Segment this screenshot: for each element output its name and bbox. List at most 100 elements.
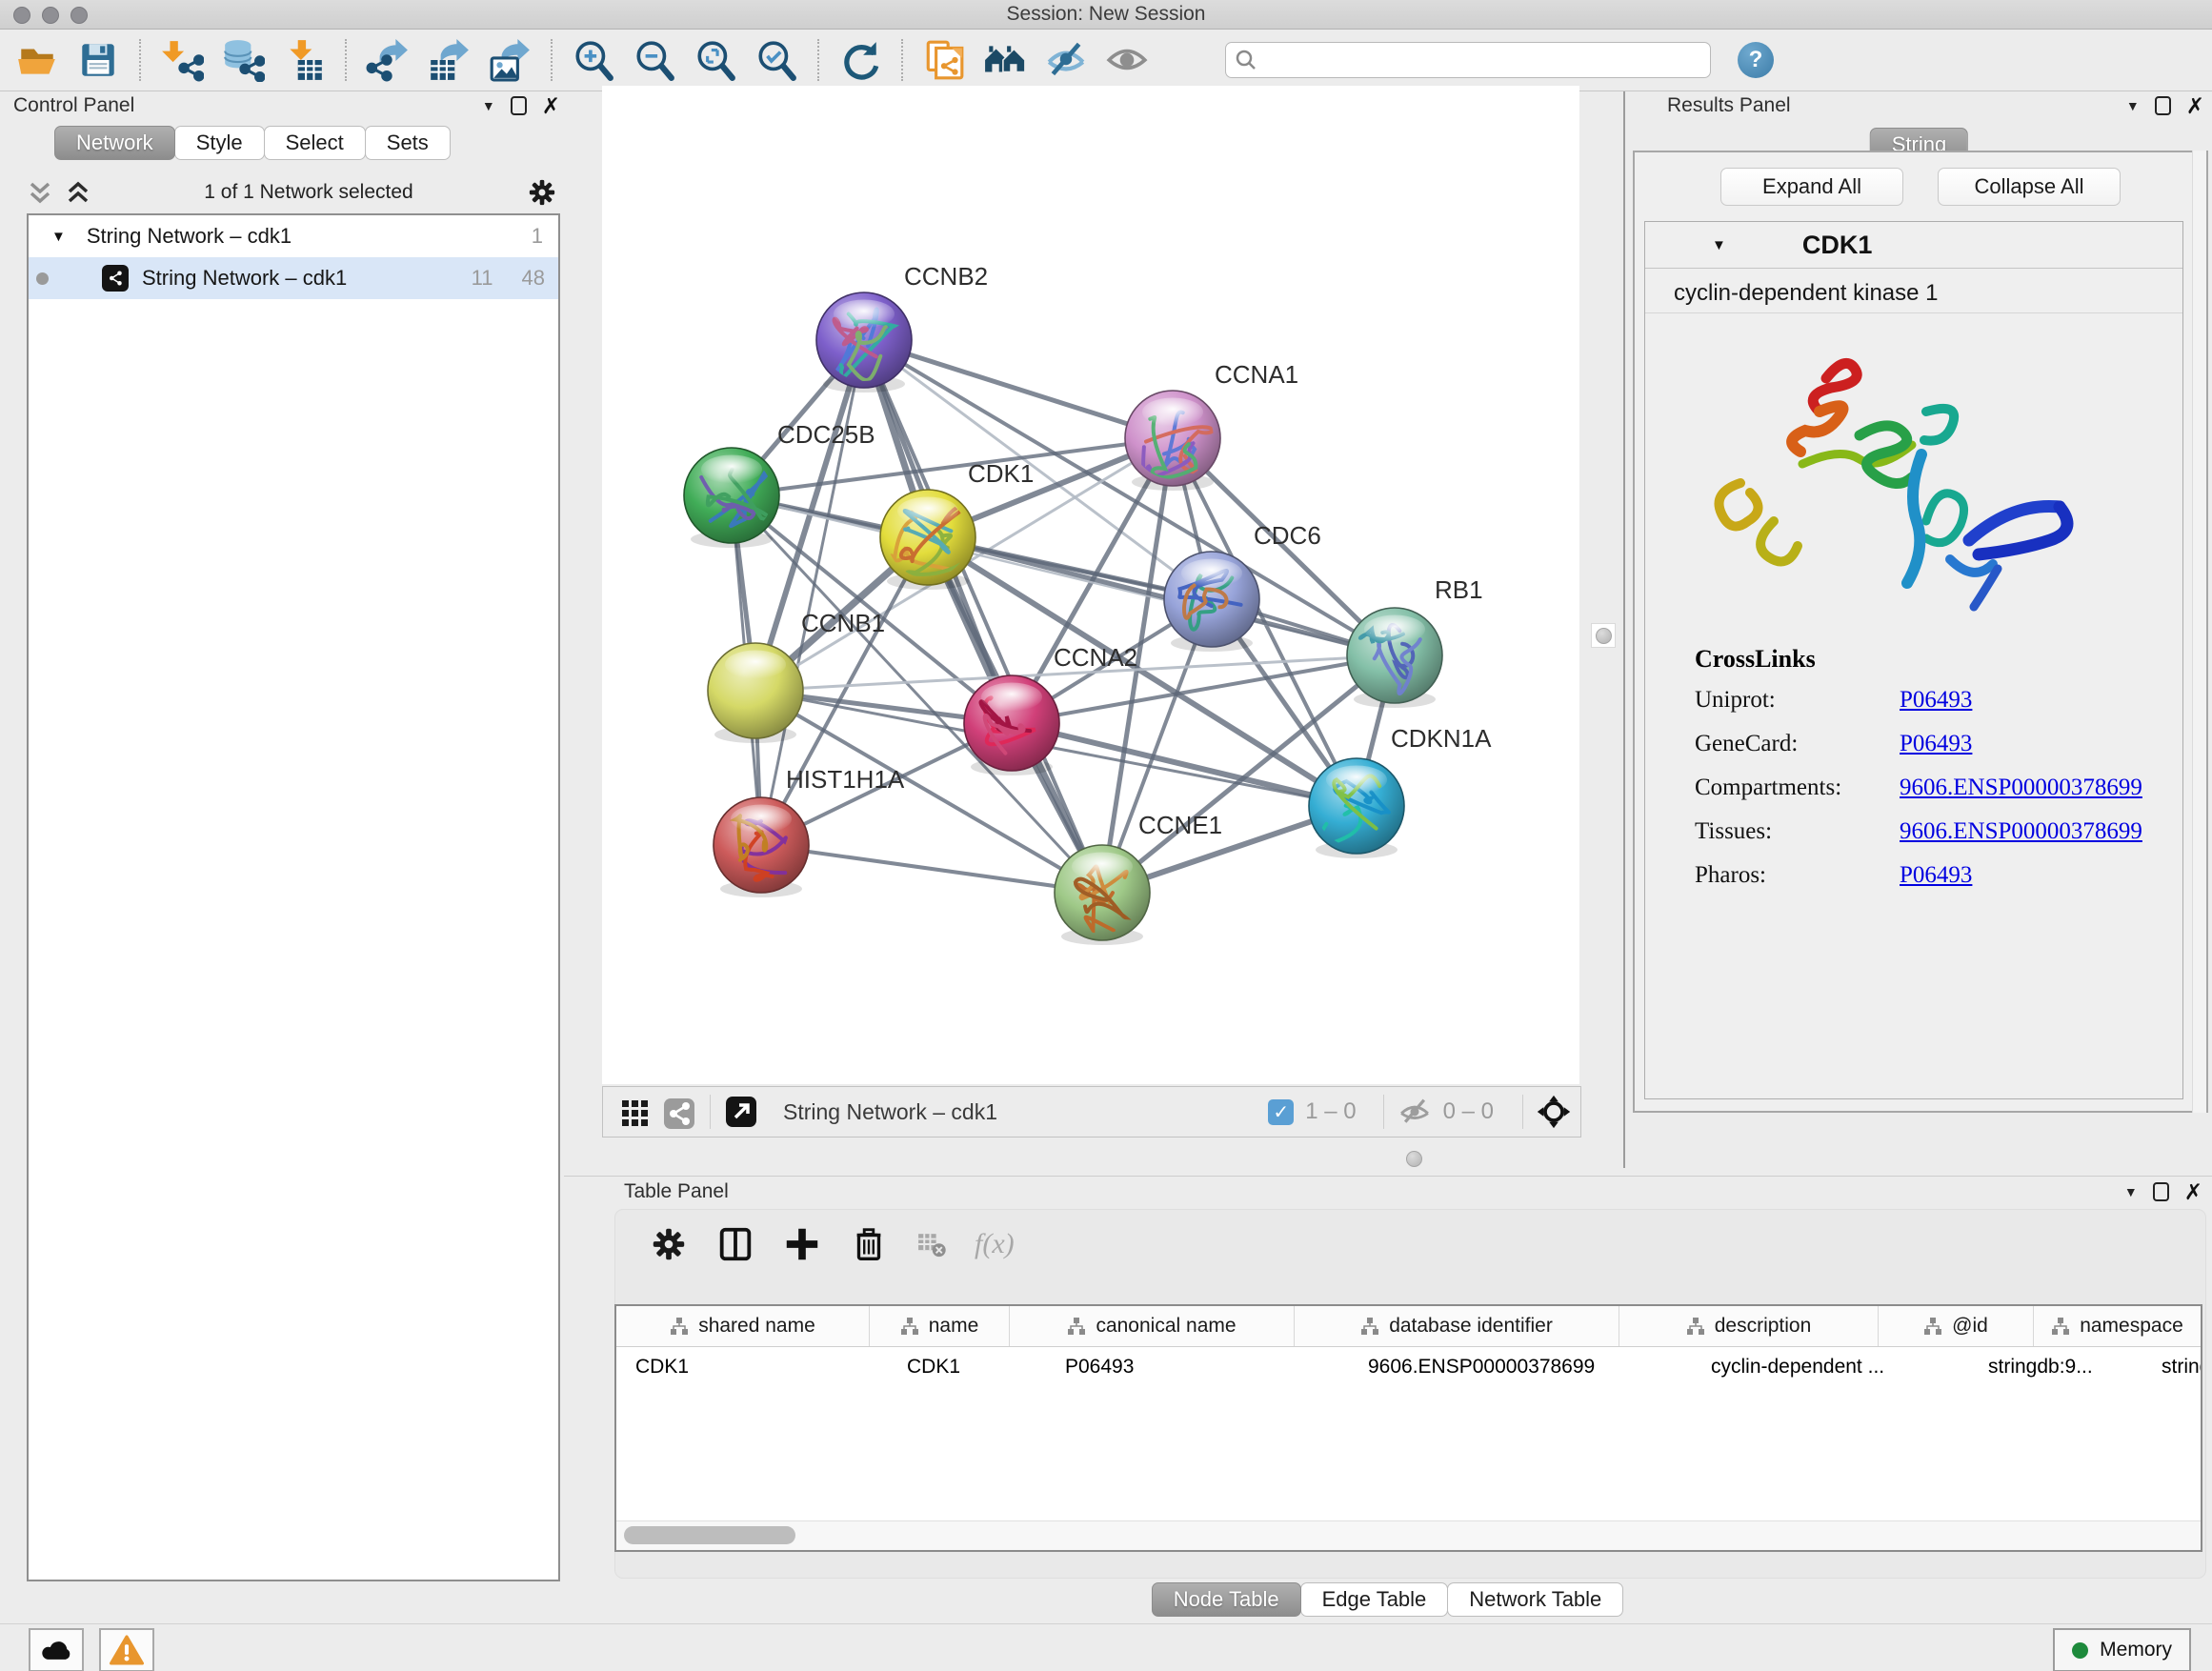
delete-table-icon[interactable]	[915, 1228, 948, 1260]
zoom-fit-icon[interactable]	[694, 38, 737, 82]
grid-view-icon[interactable]	[618, 1095, 653, 1129]
control-panel-close-icon[interactable]: ✗	[542, 95, 560, 117]
warnings-button[interactable]	[99, 1628, 154, 1671]
network-node-HIST1H1A[interactable]	[714, 797, 809, 897]
collection-expand-icon[interactable]: ▼	[51, 229, 66, 245]
hide-selected-eye-icon[interactable]	[1044, 38, 1088, 82]
import-database-icon[interactable]	[221, 38, 265, 82]
cloud-button[interactable]	[29, 1628, 84, 1671]
control-panel-float-icon[interactable]	[511, 96, 527, 115]
scrollbar-thumb[interactable]	[624, 1526, 795, 1544]
tab-network[interactable]: Network	[54, 126, 175, 160]
warning-icon	[110, 1634, 144, 1666]
table-options-gear-icon[interactable]	[649, 1224, 689, 1264]
network-node-CCNE1[interactable]	[1055, 845, 1150, 945]
column-header-shared-name[interactable]: shared name	[616, 1306, 870, 1346]
column-header-id[interactable]: @id	[1879, 1306, 2034, 1346]
tissues-link[interactable]: 9606.ENSP00000378699	[1900, 818, 2142, 845]
table-panel-float-icon[interactable]	[2153, 1182, 2169, 1201]
export-table-icon[interactable]	[427, 38, 471, 82]
table-row[interactable]: CDK1 CDK1 P06493 9606.ENSP00000378699 cy…	[616, 1347, 2201, 1387]
show-eye-icon[interactable]	[1105, 38, 1149, 82]
collapse-all-chevron-icon[interactable]	[27, 178, 53, 207]
compartments-link[interactable]: 9606.ENSP00000378699	[1900, 775, 2142, 801]
column-header-canonical-name[interactable]: canonical name	[1010, 1306, 1295, 1346]
export-network-icon[interactable]	[366, 38, 410, 82]
network-edge-CDK1-RB1[interactable]	[928, 537, 1395, 655]
results-panel-close-icon[interactable]: ✗	[2186, 95, 2204, 117]
memory-button[interactable]: Memory	[2053, 1628, 2191, 1671]
column-header-database-identifier[interactable]: database identifier	[1295, 1306, 1619, 1346]
results-panel-menu-icon[interactable]: ▼	[2126, 98, 2140, 113]
genecard-link[interactable]: P06493	[1900, 731, 1972, 757]
control-panel-menu-icon[interactable]: ▼	[482, 98, 495, 113]
table-panel-close-icon[interactable]: ✗	[2184, 1181, 2202, 1203]
network-options-gear-icon[interactable]	[526, 176, 558, 209]
open-session-icon[interactable]	[15, 38, 59, 82]
protein-collapse-icon[interactable]: ▼	[1712, 237, 1726, 253]
save-session-icon[interactable]	[76, 38, 120, 82]
pharos-link[interactable]: P06493	[1900, 862, 1972, 889]
function-builder-icon[interactable]: f(x)	[975, 1228, 1015, 1260]
protein-structure-image	[1683, 321, 2131, 635]
uniprot-link[interactable]: P06493	[1900, 687, 1972, 714]
column-header-namespace[interactable]: namespace	[2034, 1306, 2201, 1346]
table-horizontal-scrollbar[interactable]	[616, 1520, 2201, 1550]
network-node-CDC6[interactable]	[1164, 552, 1259, 652]
birds-eye-crosshair-icon[interactable]	[1537, 1095, 1571, 1129]
network-row-selected[interactable]: String Network – cdk1 11 48	[29, 257, 558, 299]
import-network-icon[interactable]	[160, 38, 204, 82]
selected-counts: 1 – 0	[1305, 1098, 1356, 1125]
control-panel: Control Panel ▼ ✗ Network Style Select S…	[0, 91, 572, 1606]
tab-select[interactable]: Select	[264, 126, 366, 160]
tab-node-table[interactable]: Node Table	[1152, 1582, 1301, 1617]
export-image-icon[interactable]	[488, 38, 532, 82]
collapse-all-button[interactable]: Collapse All	[1938, 168, 2121, 206]
help-icon[interactable]: ?	[1738, 42, 1774, 78]
tab-network-table[interactable]: Network Table	[1447, 1582, 1623, 1617]
network-edge-CCNB2-CCNE1[interactable]	[864, 340, 1102, 893]
results-scrollbar[interactable]	[2192, 151, 2206, 1113]
network-canvas[interactable]: CCNB2CCNA1CDC25BCDK1CDC6RB1CCNB1CCNA2CDK…	[602, 86, 1579, 1084]
zoom-out-icon[interactable]	[633, 38, 676, 82]
tab-style[interactable]: Style	[174, 126, 265, 160]
column-header-name[interactable]: name	[870, 1306, 1010, 1346]
table-panel-menu-icon[interactable]: ▼	[2124, 1184, 2138, 1199]
zoom-in-icon[interactable]	[572, 38, 615, 82]
selected-checkbox-icon[interactable]: ✓	[1268, 1099, 1294, 1125]
network-node-CDK1[interactable]	[880, 490, 975, 590]
results-panel-float-icon[interactable]	[2155, 96, 2171, 115]
horizontal-splitter-handle[interactable]	[1402, 1147, 1425, 1170]
network-share-view-icon[interactable]	[662, 1095, 696, 1129]
expand-all-chevron-icon[interactable]	[65, 178, 91, 207]
apply-layout-icon[interactable]	[838, 38, 882, 82]
tab-edge-table[interactable]: Edge Table	[1300, 1582, 1449, 1617]
houses-icon[interactable]	[983, 38, 1027, 82]
search-icon	[1234, 48, 1258, 72]
collection-count: 1	[532, 224, 543, 249]
network-node-CCNA1[interactable]	[1125, 391, 1220, 491]
add-column-icon[interactable]	[782, 1224, 822, 1264]
search-input[interactable]	[1225, 42, 1711, 78]
results-panel-title: Results Panel	[1667, 94, 1791, 117]
vertical-splitter-handle[interactable]	[1591, 623, 1616, 648]
network-edge-HIST1H1A-CCNE1[interactable]	[761, 845, 1102, 893]
delete-column-icon[interactable]	[849, 1224, 889, 1264]
tab-sets[interactable]: Sets	[365, 126, 451, 160]
protein-card-header[interactable]: ▼ CDK1	[1645, 222, 2182, 269]
expand-all-button[interactable]: Expand All	[1720, 168, 1903, 206]
open-in-window-icon[interactable]	[724, 1095, 758, 1129]
node-label-CDK1: CDK1	[968, 459, 1034, 488]
zoom-selected-icon[interactable]	[754, 38, 798, 82]
hidden-eye-icon[interactable]	[1398, 1095, 1432, 1129]
import-table-icon[interactable]	[282, 38, 326, 82]
clone-network-icon[interactable]	[922, 38, 966, 82]
network-collection-row[interactable]: ▼ String Network – cdk1 1	[29, 215, 558, 257]
column-header-description[interactable]: description	[1619, 1306, 1879, 1346]
network-edge-CCNB2-CCNA1[interactable]	[864, 340, 1173, 438]
column-type-icon	[1360, 1317, 1379, 1336]
network-node-RB1[interactable]	[1347, 608, 1442, 708]
show-columns-icon[interactable]	[715, 1224, 755, 1264]
network-node-CDKN1A[interactable]	[1309, 758, 1404, 858]
network-node-CCNB1[interactable]	[708, 643, 803, 743]
